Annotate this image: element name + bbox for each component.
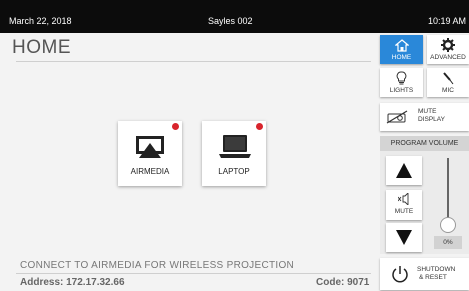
laptop-icon [219,135,251,158]
advanced-button[interactable]: ADVANCED [427,35,469,64]
gear-icon [441,38,455,52]
source-airmedia-button[interactable]: AIRMEDIA [118,121,182,186]
projector-mute-icon [386,110,408,124]
airmedia-code: Code: 9071 [316,277,370,288]
volume-up-button[interactable] [386,156,422,185]
lights-label: LIGHTS [389,87,414,94]
source-label: AIRMEDIA [130,167,170,176]
ip-address: Address: 172.17.32.66 [20,277,125,288]
mic-label: MIC [442,87,454,94]
active-indicator-dot [256,123,263,130]
source-laptop-button[interactable]: LAPTOP [202,121,266,186]
status-bar: March 22, 2018 Sayles 002 10:19 AM [0,0,469,33]
microphone-icon [443,72,454,85]
mute-label: MUTE [394,208,414,215]
volume-slider-track[interactable] [447,158,449,222]
power-icon [392,266,408,283]
title-divider [16,61,371,62]
active-indicator-dot [172,123,179,130]
lights-button[interactable]: LIGHTS [380,68,423,97]
page-title: HOME [12,37,71,58]
mute-display-button[interactable]: MUTE DISPLAY [380,103,469,131]
shutdown-label-line1: SHUTDOWN [417,266,456,273]
speaker-mute-icon [398,193,409,205]
source-label: LAPTOP [218,167,250,176]
home-button[interactable]: HOME [380,35,423,64]
advanced-label: ADVANCED [430,54,466,61]
status-time: 10:19 AM [427,16,466,26]
home-label: HOME [391,54,412,61]
connect-hint: CONNECT TO AIRMEDIA FOR WIRELESS PROJECT… [20,260,295,271]
mute-display-label-line1: MUTE [418,108,437,115]
lightbulb-icon [396,71,407,85]
room-name: Sayles 002 [208,16,253,26]
mic-button[interactable]: MIC [427,68,469,97]
program-volume-header: PROGRAM VOLUME [380,136,469,151]
mute-display-label-line2: DISPLAY [418,116,445,123]
home-icon [395,39,409,52]
volume-slider-handle[interactable] [440,217,456,233]
airplay-icon [136,136,164,158]
footer-divider [16,273,371,274]
triangle-up-icon [396,163,412,178]
volume-level-readout: 0% [434,236,462,249]
triangle-down-icon [396,230,412,245]
volume-mute-button[interactable]: MUTE [386,190,422,220]
status-date: March 22, 2018 [9,16,72,26]
volume-down-button[interactable] [386,223,422,252]
shutdown-reset-button[interactable]: SHUTDOWN & RESET [380,258,469,290]
shutdown-label-line2: & RESET [419,274,447,281]
